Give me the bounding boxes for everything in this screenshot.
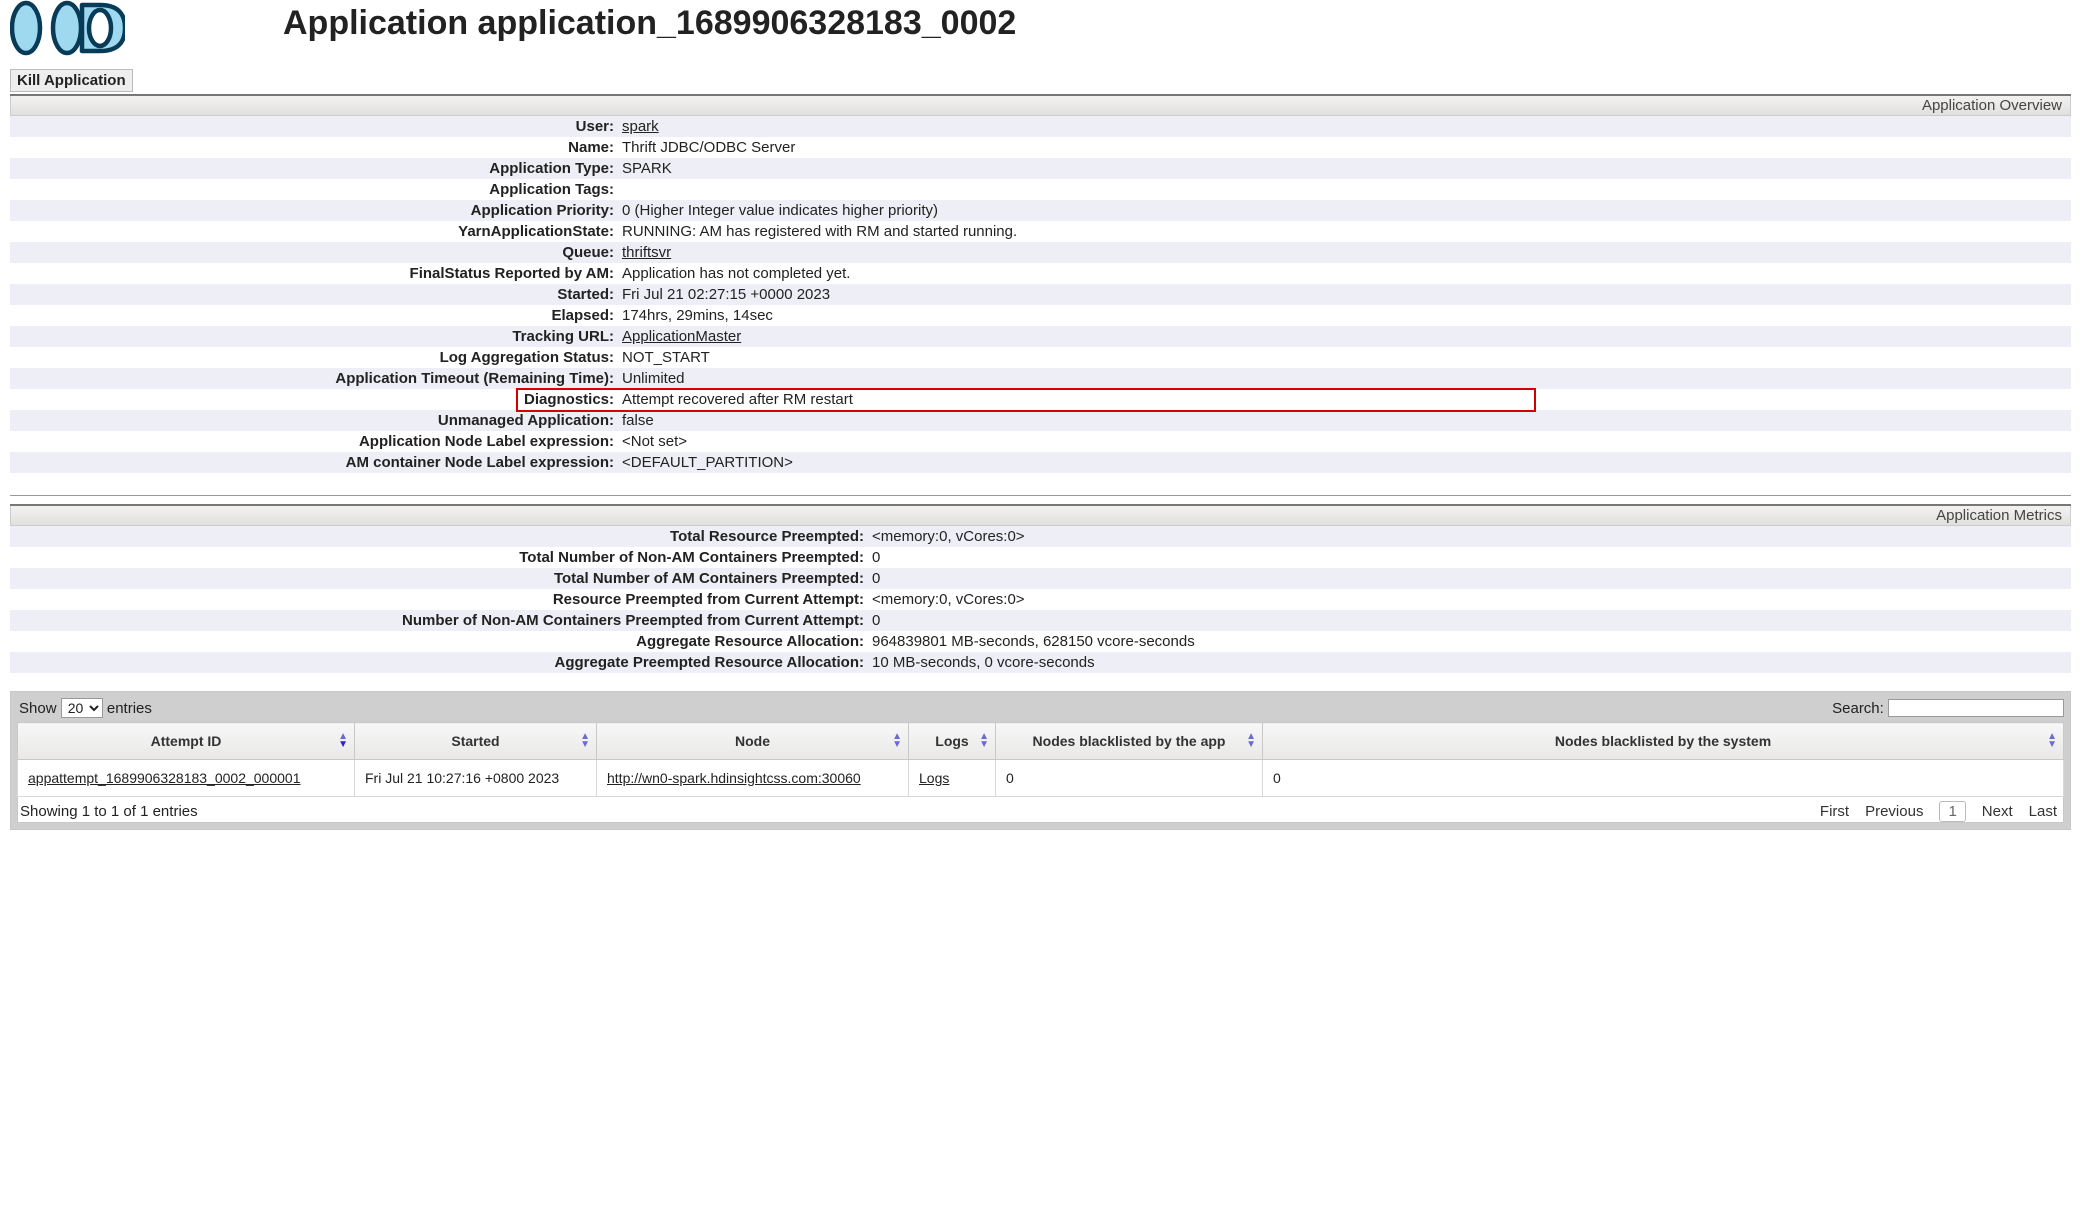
- overview-table: User:sparkName:Thrift JDBC/ODBC ServerAp…: [10, 116, 2071, 473]
- metrics-value: 10 MB-seconds, 0 vcore-seconds: [868, 652, 2071, 673]
- overview-value: Fri Jul 21 02:27:15 +0000 2023: [618, 284, 2071, 305]
- overview-label: YarnApplicationState:: [10, 221, 618, 242]
- overview-label: Application Node Label expression:: [10, 431, 618, 452]
- entries-info: Showing 1 to 1 of 1 entries: [20, 803, 198, 820]
- overview-label: FinalStatus Reported by AM:: [10, 263, 618, 284]
- entries-select[interactable]: 20: [61, 698, 103, 718]
- metrics-label: Aggregate Preempted Resource Allocation:: [10, 652, 868, 673]
- overview-value: 0 (Higher Integer value indicates higher…: [618, 200, 2071, 221]
- show-label-post: entries: [107, 700, 152, 717]
- overview-value: [618, 179, 2071, 200]
- overview-value: <DEFAULT_PARTITION>: [618, 452, 2071, 473]
- overview-value: NOT_START: [618, 347, 2071, 368]
- overview-label: Application Type:: [10, 158, 618, 179]
- overview-label: Application Timeout (Remaining Time):: [10, 368, 618, 389]
- metrics-value: 0: [868, 610, 2071, 631]
- metrics-table: Total Resource Preempted:<memory:0, vCor…: [10, 526, 2071, 673]
- overview-value: Unlimited: [618, 368, 2071, 389]
- col-started[interactable]: Started ▲▼: [355, 723, 597, 760]
- pager-previous[interactable]: Previous: [1865, 803, 1923, 820]
- table-row: appattempt_1689906328183_0002_000001 Fri…: [18, 760, 2064, 797]
- overview-label: Application Priority:: [10, 200, 618, 221]
- attempts-table: Attempt ID ▲▼ Started ▲▼ Node ▲▼ Logs ▲▼…: [17, 722, 2064, 797]
- application-overview-header: Application Overview: [10, 96, 2071, 116]
- overview-value[interactable]: spark: [618, 116, 2071, 137]
- metrics-label: Total Number of Non-AM Containers Preemp…: [10, 547, 868, 568]
- search-label: Search:: [1832, 700, 1884, 717]
- entries-control: Show 20 entries: [19, 698, 152, 718]
- col-blacklist-system[interactable]: Nodes blacklisted by the system ▲▼: [1263, 723, 2064, 760]
- metrics-value: <memory:0, vCores:0>: [868, 589, 2071, 610]
- metrics-label: Total Number of AM Containers Preempted:: [10, 568, 868, 589]
- overview-value: Application has not completed yet.: [618, 263, 2071, 284]
- overview-label: Name:: [10, 137, 618, 158]
- overview-value-link[interactable]: thriftsvr: [622, 244, 671, 261]
- attempt-logs-link[interactable]: Logs: [919, 770, 949, 786]
- metrics-label: Number of Non-AM Containers Preempted fr…: [10, 610, 868, 631]
- col-attempt-id[interactable]: Attempt ID ▲▼: [18, 723, 355, 760]
- overview-label: Queue:: [10, 242, 618, 263]
- overview-label: Started:: [10, 284, 618, 305]
- pager-first[interactable]: First: [1820, 803, 1849, 820]
- overview-label: Application Tags:: [10, 179, 618, 200]
- hadoop-logo: [10, 0, 125, 56]
- metrics-value: 964839801 MB-seconds, 628150 vcore-secon…: [868, 631, 2071, 652]
- overview-value: Thrift JDBC/ODBC Server: [618, 137, 2071, 158]
- col-blacklist-app[interactable]: Nodes blacklisted by the app ▲▼: [996, 723, 1263, 760]
- pager: First Previous 1 Next Last: [1820, 801, 2061, 822]
- overview-value: <Not set>: [618, 431, 2071, 452]
- overview-label: AM container Node Label expression:: [10, 452, 618, 473]
- col-node[interactable]: Node ▲▼: [597, 723, 909, 760]
- application-metrics-header: Application Metrics: [10, 506, 2071, 526]
- overview-value-link[interactable]: spark: [622, 118, 659, 135]
- application-metrics-section: Application Metrics Total Resource Preem…: [10, 504, 2071, 673]
- metrics-value: <memory:0, vCores:0>: [868, 526, 2071, 547]
- metrics-label: Aggregate Resource Allocation:: [10, 631, 868, 652]
- metrics-value: 0: [868, 547, 2071, 568]
- overview-label: Diagnostics:: [10, 389, 618, 410]
- col-logs[interactable]: Logs ▲▼: [909, 723, 996, 760]
- pager-last[interactable]: Last: [2029, 803, 2057, 820]
- overview-label: Unmanaged Application:: [10, 410, 618, 431]
- attempt-id-link[interactable]: appattempt_1689906328183_0002_000001: [28, 770, 301, 786]
- metrics-label: Resource Preempted from Current Attempt:: [10, 589, 868, 610]
- metrics-label: Total Resource Preempted:: [10, 526, 868, 547]
- attempt-blacklist-app: 0: [996, 760, 1263, 797]
- overview-value: 174hrs, 29mins, 14sec: [618, 305, 2071, 326]
- page-title: Application application_1689906328183_00…: [283, 4, 1016, 43]
- metrics-value: 0: [868, 568, 2071, 589]
- pager-next[interactable]: Next: [1982, 803, 2013, 820]
- overview-value-link[interactable]: ApplicationMaster: [622, 328, 741, 345]
- attempts-panel: Show 20 entries Search: Attempt ID ▲▼ St…: [10, 691, 2071, 830]
- overview-label: Log Aggregation Status:: [10, 347, 618, 368]
- overview-value: false: [618, 410, 2071, 431]
- overview-label: Elapsed:: [10, 305, 618, 326]
- overview-value: Attempt recovered after RM restart: [618, 389, 2071, 410]
- overview-value: RUNNING: AM has registered with RM and s…: [618, 221, 2071, 242]
- show-label-pre: Show: [19, 700, 61, 717]
- overview-value[interactable]: thriftsvr: [618, 242, 2071, 263]
- overview-label: User:: [10, 116, 618, 137]
- search-input[interactable]: [1888, 699, 2064, 717]
- pager-page-current[interactable]: 1: [1939, 801, 1965, 822]
- overview-value[interactable]: ApplicationMaster: [618, 326, 2071, 347]
- overview-value: SPARK: [618, 158, 2071, 179]
- application-overview-section: Application Overview User:sparkName:Thri…: [10, 94, 2071, 473]
- overview-label: Tracking URL:: [10, 326, 618, 347]
- attempt-started: Fri Jul 21 10:27:16 +0800 2023: [355, 760, 597, 797]
- attempt-blacklist-system: 0: [1263, 760, 2064, 797]
- search-control: Search:: [1832, 699, 2064, 717]
- kill-application-button[interactable]: Kill Application: [10, 69, 133, 92]
- attempt-node-link[interactable]: http://wn0-spark.hdinsightcss.com:30060: [607, 770, 861, 786]
